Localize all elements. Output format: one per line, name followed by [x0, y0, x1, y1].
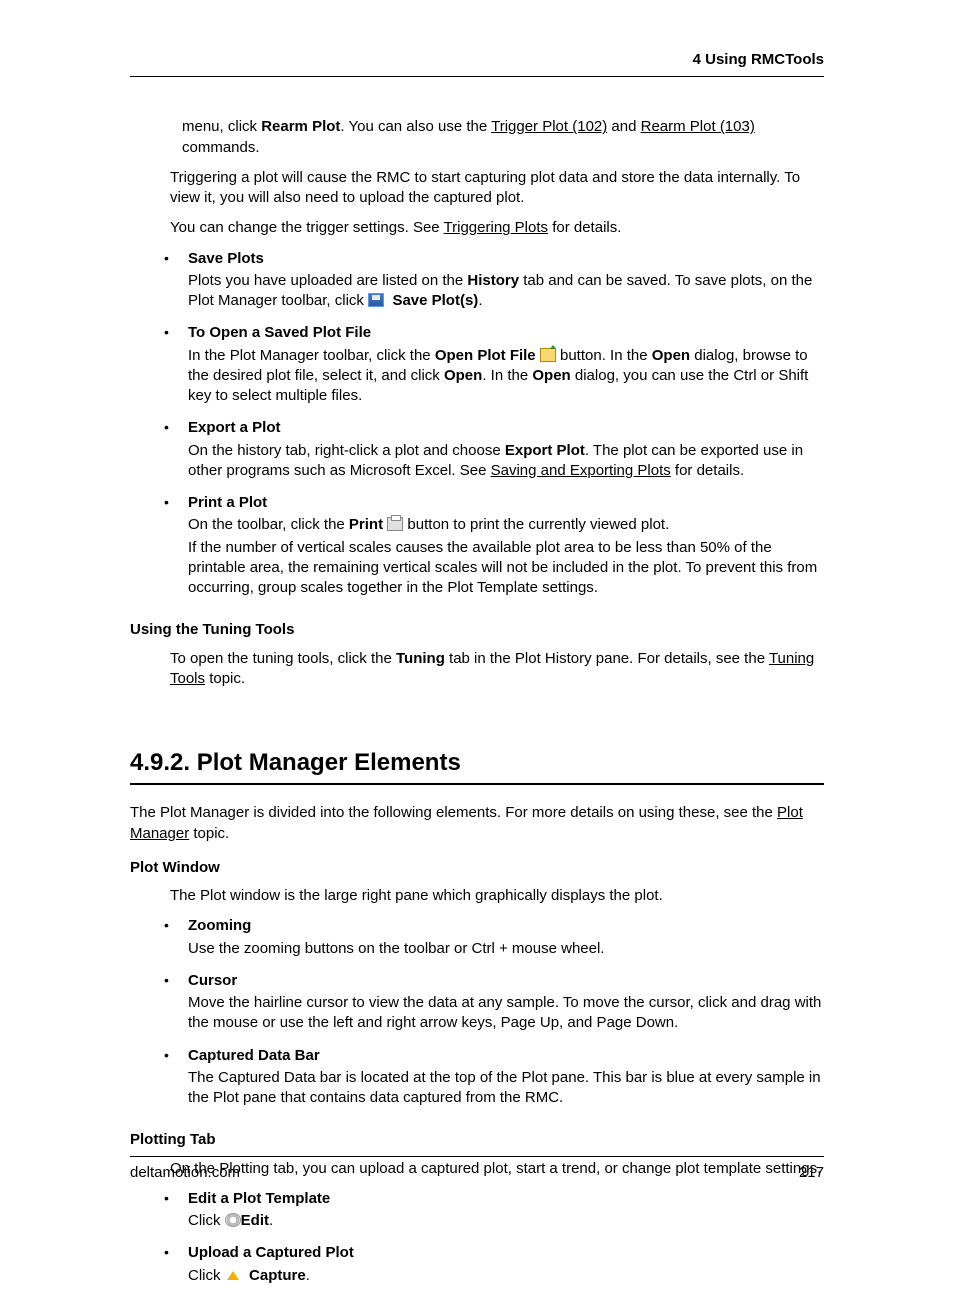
heading-plot-manager-elements: 4.9.2. Plot Manager Elements [130, 747, 824, 785]
footer-site: deltamotion.com [130, 1163, 240, 1183]
bullet-upload-captured: • Upload a Captured Plot Click Capture. [164, 1243, 824, 1294]
plot-window-intro: The Plot window is the large right pane … [170, 886, 824, 906]
link-saving-exporting-plots[interactable]: Saving and Exporting Plots [491, 462, 671, 479]
bullet-title: Print a Plot [188, 493, 824, 513]
bullet-open-plot-file: • To Open a Saved Plot File In the Plot … [164, 323, 824, 414]
bullet-title: Export a Plot [188, 418, 824, 438]
heading-plotting-tab: Plotting Tab [130, 1130, 824, 1150]
bullet-edit-template: • Edit a Plot Template Click Edit. [164, 1189, 824, 1240]
section-intro: The Plot Manager is divided into the fol… [130, 803, 824, 844]
heading-plot-window: Plot Window [130, 858, 824, 878]
bullet-print-plot: • Print a Plot On the toolbar, click the… [164, 493, 824, 606]
link-triggering-plots[interactable]: Triggering Plots [444, 219, 549, 236]
link-rearm-plot-103[interactable]: Rearm Plot (103) [641, 118, 755, 135]
upload-icon [225, 1268, 241, 1282]
heading-tuning-tools: Using the Tuning Tools [130, 620, 824, 640]
open-file-icon [540, 348, 556, 362]
bullet-captured-data-bar: • Captured Data Bar The Captured Data ba… [164, 1046, 824, 1117]
bullet-export-plot: • Export a Plot On the history tab, righ… [164, 418, 824, 489]
trigger-explain-para: Triggering a plot will cause the RMC to … [170, 168, 824, 209]
save-icon [368, 293, 384, 307]
bullet-title: Save Plots [188, 249, 824, 269]
page-content: 4 Using RMCTools menu, click Rearm Plot.… [0, 0, 954, 1294]
page-header: 4 Using RMCTools [130, 50, 824, 77]
bullet-title: To Open a Saved Plot File [188, 323, 824, 343]
footer-page-number: 217 [799, 1163, 824, 1183]
gear-icon [225, 1213, 241, 1227]
continued-paragraph: menu, click Rearm Plot. You can also use… [182, 117, 824, 158]
page-footer: deltamotion.com 217 [130, 1156, 824, 1183]
tuning-para: To open the tuning tools, click the Tuni… [170, 649, 824, 690]
bullet-cursor: • Cursor Move the hairline cursor to vie… [164, 971, 824, 1042]
bullet-zooming: • Zooming Use the zooming buttons on the… [164, 916, 824, 967]
bullet-save-plots: • Save Plots Plots you have uploaded are… [164, 249, 824, 320]
link-trigger-plot-102[interactable]: Trigger Plot (102) [491, 118, 607, 135]
trigger-settings-para: You can change the trigger settings. See… [170, 218, 824, 238]
print-icon [387, 517, 403, 531]
